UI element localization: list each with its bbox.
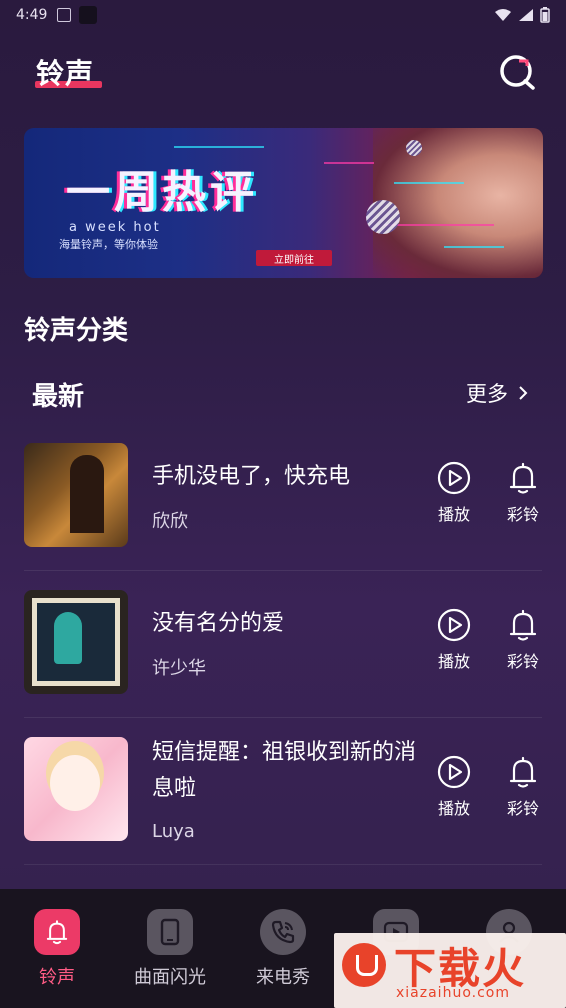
- nav-tab-edge-light[interactable]: 曲面闪光: [120, 909, 220, 989]
- list-item[interactable]: 手机没电了，快充电 欣欣 播放 彩铃: [0, 425, 566, 571]
- song-title: 没有名分的爱: [152, 611, 285, 636]
- ringback-button[interactable]: 彩铃: [498, 461, 548, 525]
- nav-tab-caller-show[interactable]: 来电秀: [233, 909, 333, 989]
- ringback-label: 彩铃: [506, 652, 539, 671]
- promo-banner[interactable]: 一周热评 a week hot 海量铃声，等你体验 立即前往: [24, 128, 543, 278]
- banner-subtitle-cn: 海量铃声，等你体验: [59, 238, 158, 251]
- chevron-right-icon: [519, 386, 528, 400]
- banner-orb: [366, 200, 400, 234]
- song-artist: Luya: [152, 821, 195, 842]
- header: 铃声: [0, 40, 566, 100]
- play-button[interactable]: 播放: [429, 755, 479, 819]
- song-cover: [24, 737, 128, 841]
- banner-face-image: [373, 128, 543, 278]
- banner-decor-line: [174, 146, 264, 148]
- bell-icon: [46, 920, 68, 945]
- watermark-url: xiazaihuo.com: [396, 985, 510, 1001]
- bell-icon: [509, 462, 537, 494]
- signal-icon: [519, 9, 533, 21]
- page-title: 铃声: [36, 57, 95, 90]
- ringback-button[interactable]: 彩铃: [498, 608, 548, 672]
- app-notification-icon: [79, 6, 98, 24]
- search-button[interactable]: [497, 52, 537, 92]
- notification-icon: [57, 8, 72, 22]
- watermark-icon: [342, 943, 386, 987]
- status-bar: 4:49: [0, 0, 566, 30]
- song-artist: 欣欣: [152, 511, 188, 532]
- banner-decor-line: [394, 182, 464, 184]
- play-button[interactable]: 播放: [429, 461, 479, 525]
- banner-title: 一周热评: [66, 167, 258, 218]
- ringback-label: 彩铃: [506, 799, 539, 818]
- play-button[interactable]: 播放: [429, 608, 479, 672]
- search-icon: [500, 55, 535, 90]
- row-divider: [24, 717, 542, 718]
- song-artist: 许少华: [152, 658, 206, 679]
- list-item[interactable]: 没有名分的爱 许少华 播放 彩铃: [0, 572, 566, 718]
- song-cover: [24, 590, 128, 694]
- phone-icon: [160, 918, 180, 946]
- nav-label: 曲面闪光: [134, 967, 206, 988]
- banner-orb: [406, 140, 422, 156]
- nav-label: 来电秀: [256, 967, 310, 988]
- nav-tab-ringtone[interactable]: 铃声: [7, 909, 107, 989]
- play-label: 播放: [437, 799, 470, 818]
- ringback-label: 彩铃: [506, 505, 539, 524]
- bell-icon: [509, 756, 537, 788]
- song-title: 短信提醒：祖银收到新的消息啦: [152, 740, 417, 801]
- nav-label: 铃声: [39, 967, 75, 988]
- nav-icon-container: [260, 909, 306, 955]
- song-title: 手机没电了，快充电: [152, 464, 351, 489]
- more-label: 更多: [466, 382, 508, 406]
- song-cover: [24, 443, 128, 547]
- play-label: 播放: [437, 505, 470, 524]
- status-time: 4:49: [16, 7, 48, 23]
- bell-icon: [509, 609, 537, 641]
- play-icon: [437, 461, 471, 495]
- banner-go-button[interactable]: 立即前往: [256, 250, 332, 266]
- nav-icon-container: [34, 909, 80, 955]
- play-label: 播放: [437, 652, 470, 671]
- watermark-logo: 下载火 xiazaihuo.com: [334, 933, 566, 1008]
- row-divider: [24, 864, 542, 865]
- section-title: 最新: [32, 382, 85, 412]
- wifi-icon: [495, 9, 511, 21]
- banner-subtitle-en: a week hot: [69, 220, 161, 235]
- more-link[interactable]: 更多: [466, 378, 528, 408]
- play-icon: [437, 608, 471, 642]
- ringback-button[interactable]: 彩铃: [498, 755, 548, 819]
- banner-decor-line: [324, 162, 374, 164]
- battery-icon: [540, 7, 550, 23]
- play-icon: [437, 755, 471, 789]
- category-title[interactable]: 铃声分类: [24, 310, 128, 347]
- nav-icon-container: [147, 909, 193, 955]
- list-item[interactable]: 短信提醒：祖银收到新的消息啦 Luya 播放 彩铃: [0, 719, 566, 865]
- banner-decor-line: [444, 246, 504, 248]
- call-icon: [271, 920, 295, 944]
- banner-decor-line: [384, 224, 494, 226]
- row-divider: [24, 570, 542, 571]
